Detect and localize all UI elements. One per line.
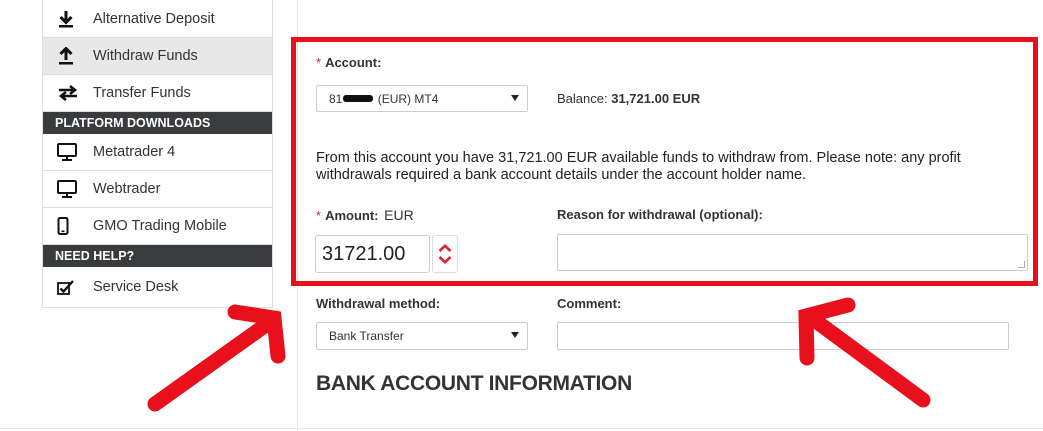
chevron-up-icon[interactable]	[438, 244, 452, 252]
monitor-icon	[57, 180, 87, 198]
chevron-down-icon	[511, 95, 519, 101]
withdrawal-method-select[interactable]: Bank Transfer	[316, 322, 528, 350]
reason-label: Reason for withdrawal (optional):	[557, 207, 763, 222]
sidebar-item-label: Webtrader	[93, 181, 161, 197]
amount-stepper[interactable]	[432, 235, 458, 273]
balance-label: Balance:	[557, 91, 608, 106]
sidebar-item-label: Service Desk	[93, 279, 179, 295]
sidebar-item-alternative-deposit[interactable]: Alternative Deposit	[43, 0, 272, 38]
sidebar-item-transfer-funds[interactable]: Transfer Funds	[43, 75, 272, 112]
bank-account-section-title: BANK ACCOUNT INFORMATION	[316, 372, 632, 395]
account-value-suffix: (EUR) MT4	[377, 91, 439, 106]
available-funds-amount: 31,721.00 EUR	[498, 150, 598, 166]
masked-account-number	[343, 95, 374, 102]
required-mark: *	[316, 55, 322, 70]
sidebar-item-label: Withdraw Funds	[93, 48, 198, 64]
sidebar-item-withdraw-funds[interactable]: Withdraw Funds	[43, 38, 272, 75]
sidebar-item-gmo-trading-mobile[interactable]: GMO Trading Mobile	[43, 208, 272, 245]
available-funds-note: From this account you have 31,721.00 EUR…	[316, 150, 961, 183]
comment-input[interactable]	[557, 322, 1009, 350]
comment-label: Comment:	[557, 296, 622, 311]
sidebar: Alternative Deposit Withdraw Funds Trans…	[42, 0, 273, 308]
account-label: * Account:	[316, 55, 382, 70]
withdrawal-method-label: Withdrawal method:	[316, 296, 441, 311]
sidebar-item-webtrader[interactable]: Webtrader	[43, 171, 272, 208]
sidebar-heading-platform-downloads: PLATFORM DOWNLOADS	[43, 112, 272, 134]
balance-display: Balance: 31,721.00 EUR	[557, 91, 700, 106]
upload-icon	[57, 47, 87, 65]
amount-currency: EUR	[384, 207, 414, 223]
chevron-down-icon	[511, 332, 519, 338]
sidebar-item-label: GMO Trading Mobile	[93, 218, 227, 234]
balance-value: 31,721.00 EUR	[611, 91, 701, 106]
reason-textarea[interactable]	[557, 234, 1028, 271]
checkbox-pen-icon	[57, 279, 87, 295]
sidebar-item-metatrader-4[interactable]: Metatrader 4	[43, 134, 272, 171]
download-icon	[57, 10, 87, 28]
mobile-icon	[57, 217, 87, 235]
resize-grip-icon[interactable]	[1018, 261, 1025, 268]
sidebar-item-service-desk[interactable]: Service Desk	[43, 267, 272, 307]
account-select[interactable]: 81 (EUR) MT4	[316, 85, 528, 112]
transfer-icon	[57, 85, 87, 101]
amount-label: * Amount: EUR	[316, 207, 414, 223]
sidebar-item-label: Metatrader 4	[93, 144, 176, 160]
sidebar-item-label: Alternative Deposit	[93, 10, 215, 27]
content-divider	[297, 0, 298, 431]
footer-divider	[0, 428, 1043, 429]
arrow-icon	[798, 297, 931, 408]
monitor-icon	[57, 143, 87, 161]
chevron-down-icon[interactable]	[438, 256, 452, 264]
sidebar-item-label: Transfer Funds	[93, 85, 191, 101]
sidebar-heading-need-help: NEED HELP?	[43, 245, 272, 267]
amount-input[interactable]: 31721.00	[315, 235, 430, 273]
arrow-icon	[147, 304, 286, 412]
withdrawal-method-value: Bank Transfer	[329, 329, 404, 343]
account-value-prefix: 81	[329, 91, 343, 106]
